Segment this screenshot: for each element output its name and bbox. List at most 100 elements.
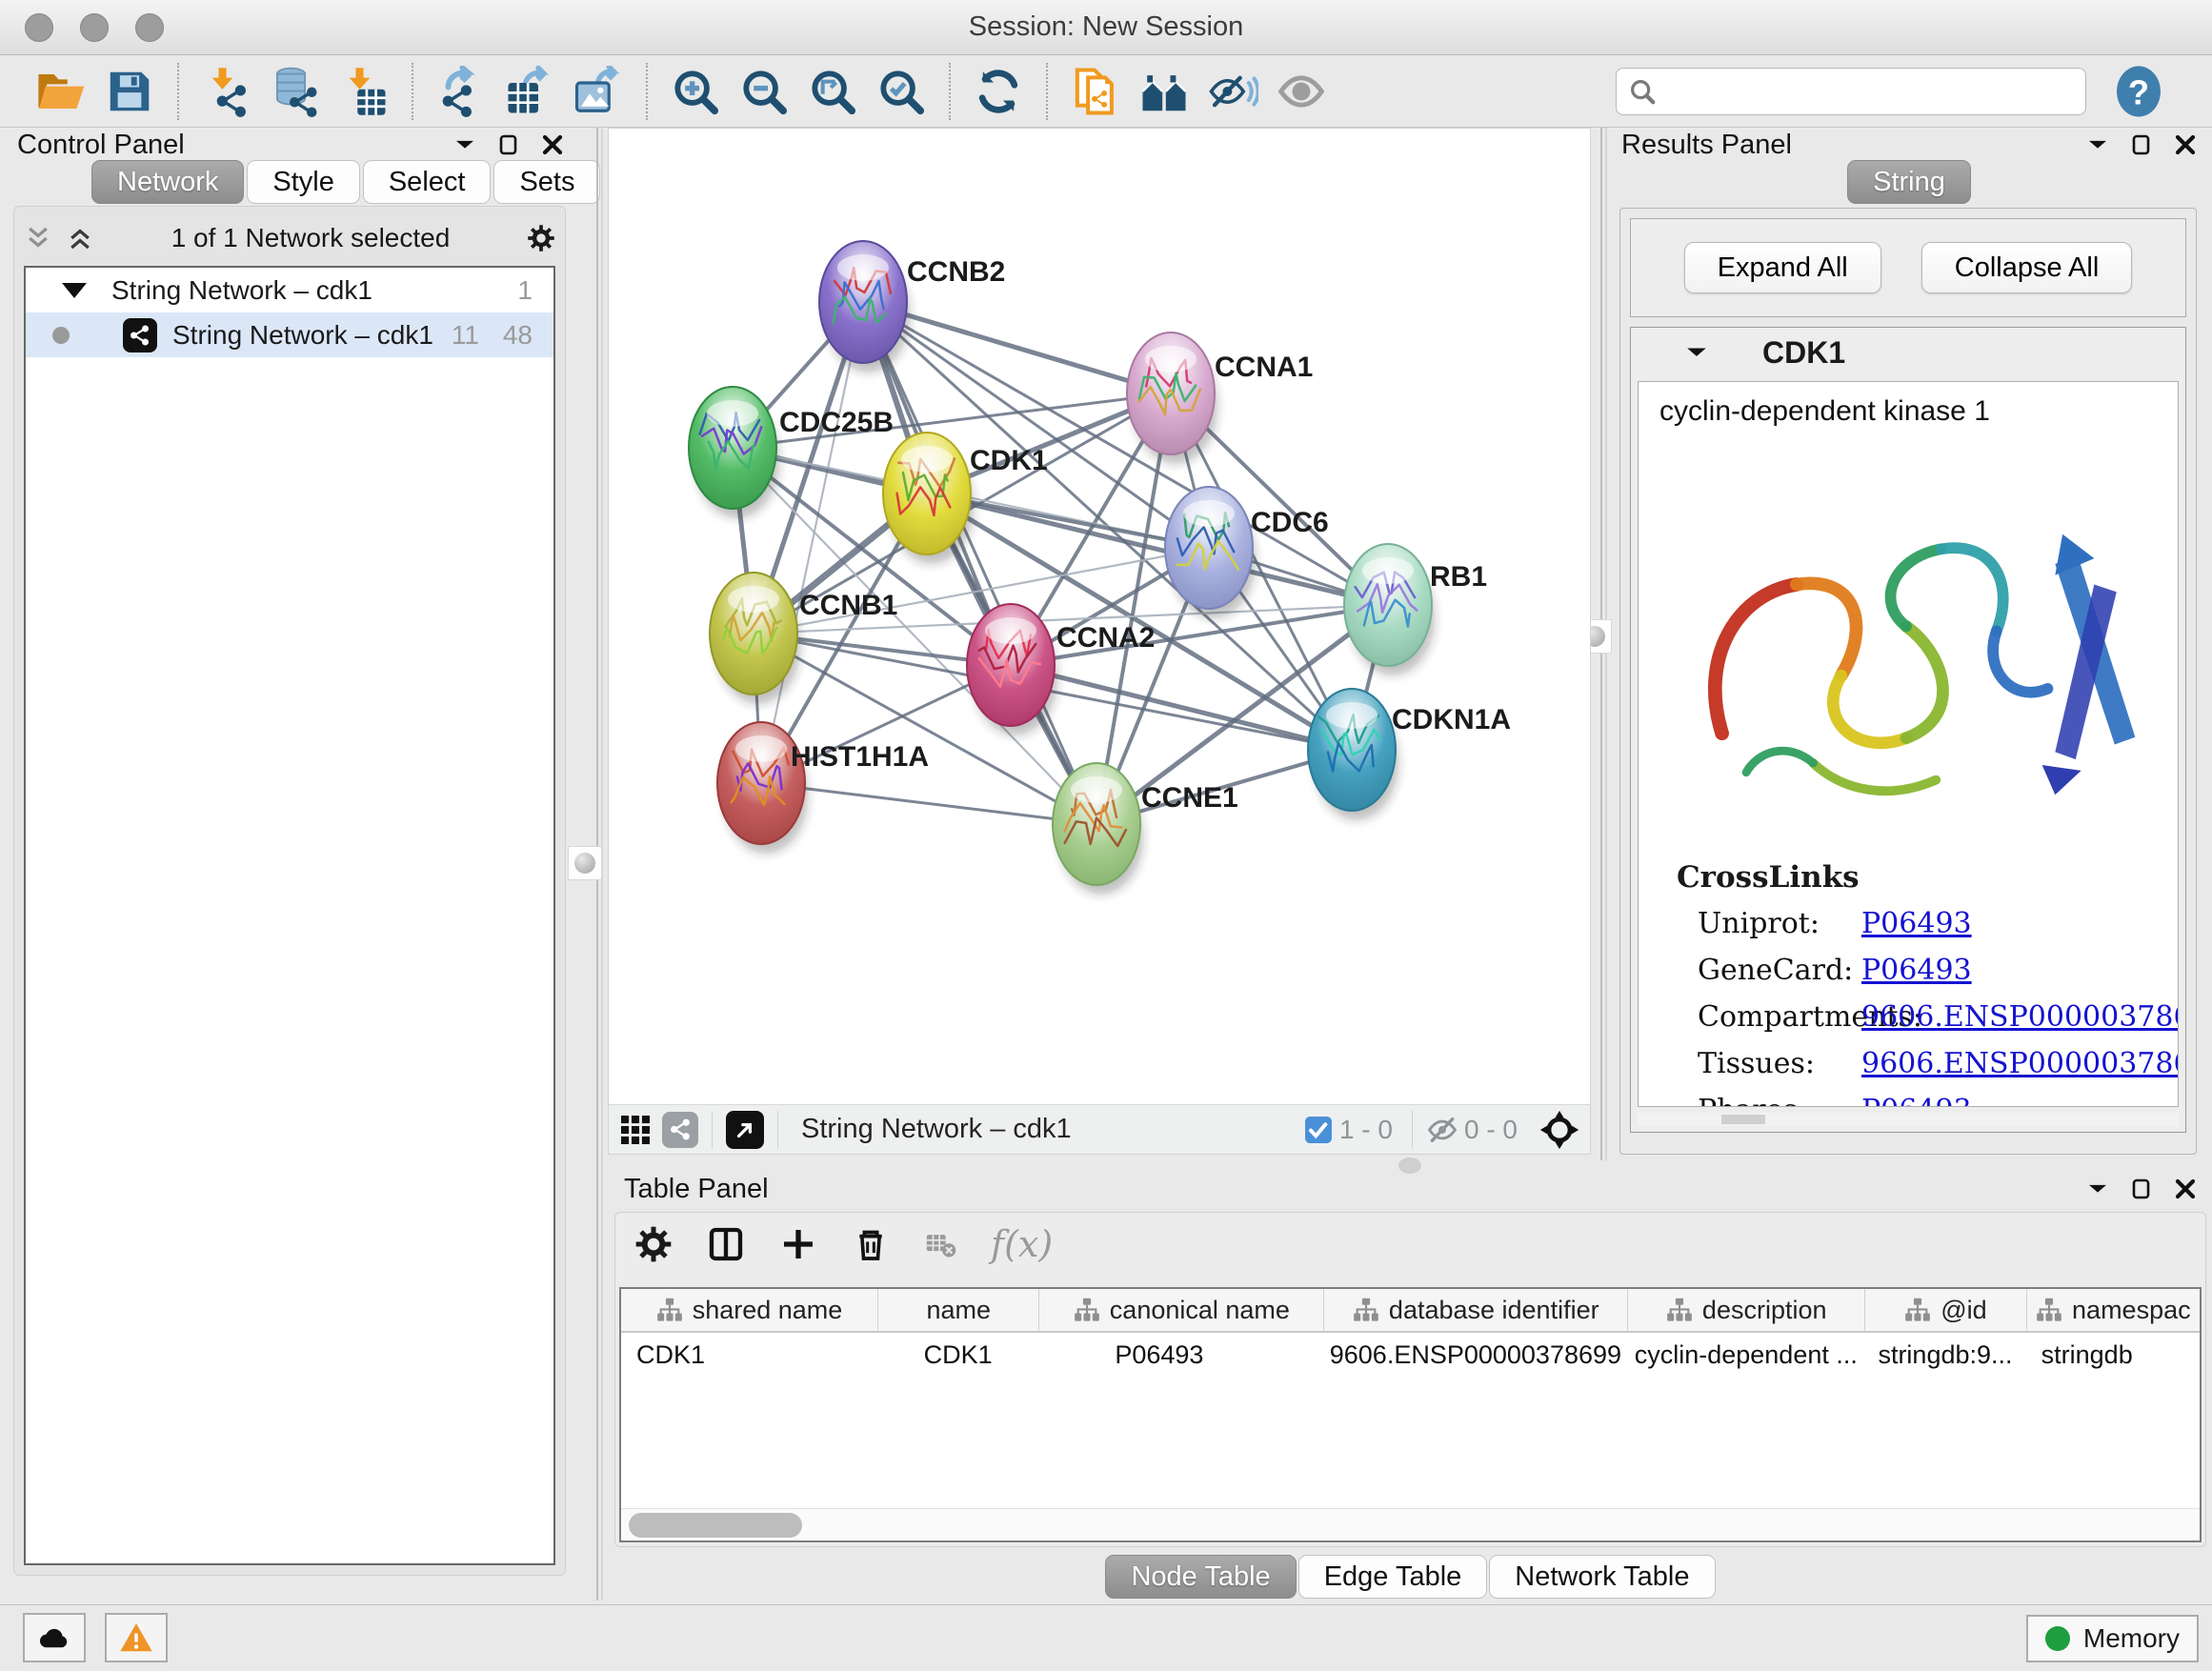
- tab-network[interactable]: Network: [91, 160, 244, 204]
- export-network-button[interactable]: [427, 60, 495, 123]
- delete-column-icon[interactable]: [852, 1225, 890, 1263]
- collapse-all-button[interactable]: Collapse All: [1921, 242, 2133, 293]
- node-RB1[interactable]: RB1: [1344, 544, 1487, 675]
- selected-checkbox-icon[interactable]: [1303, 1115, 1334, 1145]
- node-CDK1[interactable]: CDK1: [883, 433, 1048, 564]
- open-session-button[interactable]: [27, 60, 95, 123]
- tab-string[interactable]: String: [1847, 160, 1971, 204]
- tab-sets[interactable]: Sets: [493, 160, 600, 204]
- panel-menu-icon[interactable]: [2086, 133, 2109, 156]
- tab-edge-table[interactable]: Edge Table: [1298, 1555, 1488, 1599]
- protein-section-header[interactable]: CDK1: [1631, 328, 2185, 377]
- column-header-name[interactable]: name: [877, 1289, 1038, 1331]
- zoom-out-button[interactable]: [730, 60, 798, 123]
- collapse-section-icon[interactable]: [1684, 340, 1709, 365]
- compartments-link[interactable]: 9606.ENSP00000378699: [1861, 1000, 2179, 1034]
- tab-network-table[interactable]: Network Table: [1489, 1555, 1715, 1599]
- search-input[interactable]: [1657, 76, 2074, 106]
- column-header-shared-name[interactable]: shared name: [621, 1289, 877, 1331]
- string-view-icon[interactable]: [662, 1112, 698, 1148]
- cell-canonical-name[interactable]: P06493: [1038, 1340, 1323, 1370]
- panel-menu-icon[interactable]: [2086, 1178, 2109, 1200]
- help-button[interactable]: ?: [2111, 64, 2166, 119]
- node-CCNA2[interactable]: CCNA2: [967, 604, 1155, 735]
- collapse-collection-icon[interactable]: [62, 283, 87, 298]
- panel-menu-icon[interactable]: [453, 133, 476, 156]
- hidden-count: 0 - 0: [1464, 1115, 1518, 1145]
- genecard-link[interactable]: P06493: [1861, 954, 1972, 987]
- table-hscrollbar-thumb[interactable]: [629, 1513, 802, 1538]
- table-row[interactable]: CDK1 CDK1 P06493 9606.ENSP00000378699 cy…: [621, 1333, 2200, 1377]
- memory-button[interactable]: Memory: [2026, 1615, 2199, 1662]
- import-network-database-button[interactable]: [261, 60, 330, 123]
- cell-description[interactable]: cyclin-dependent ...: [1627, 1340, 1864, 1370]
- import-table-file-button[interactable]: [330, 60, 398, 123]
- table-options-gear-icon[interactable]: [634, 1225, 673, 1263]
- panel-float-icon[interactable]: [2130, 1178, 2153, 1200]
- zoom-window-button[interactable]: [135, 13, 164, 42]
- zoom-fit-button[interactable]: [798, 60, 867, 123]
- tab-style[interactable]: Style: [247, 160, 359, 204]
- node-CCNE1[interactable]: CCNE1: [1053, 763, 1238, 895]
- cell-namespace[interactable]: stringdb: [2026, 1340, 2200, 1370]
- node-CCNA1[interactable]: CCNA1: [1127, 332, 1313, 464]
- clone-network-button[interactable]: [1061, 60, 1130, 123]
- cell-database-identifier[interactable]: 9606.ENSP00000378699: [1324, 1340, 1628, 1370]
- node-CDC6[interactable]: CDC6: [1165, 487, 1329, 618]
- network-options-gear-icon[interactable]: [527, 224, 555, 252]
- zoom-in-button[interactable]: [661, 60, 730, 123]
- results-scrollbar-thumb[interactable]: [1721, 1115, 1765, 1124]
- hidden-eye-icon[interactable]: [1426, 1114, 1458, 1146]
- fit-selected-crosshair-icon[interactable]: [1538, 1109, 1580, 1151]
- tab-select[interactable]: Select: [363, 160, 492, 204]
- left-splitter-handle[interactable]: [568, 846, 602, 880]
- uniprot-link[interactable]: P06493: [1861, 907, 1972, 940]
- column-header-id[interactable]: @id: [1864, 1289, 2025, 1331]
- open-in-browser-icon[interactable]: [726, 1111, 764, 1149]
- birdseye-grid-icon[interactable]: [618, 1113, 653, 1147]
- panel-close-icon[interactable]: [541, 133, 564, 156]
- collection-row[interactable]: String Network – cdk1 1: [26, 268, 553, 312]
- show-hidden-button[interactable]: [1267, 60, 1336, 123]
- control-panel-tabs: Network Style Select Sets: [91, 160, 600, 204]
- expand-all-button[interactable]: Expand All: [1684, 242, 1881, 293]
- import-table-icon: [338, 66, 390, 117]
- warning-status-button[interactable]: [105, 1613, 168, 1662]
- string-query-button[interactable]: [1130, 60, 1198, 123]
- cell-name[interactable]: CDK1: [877, 1340, 1038, 1370]
- node-CCNB2[interactable]: CCNB2: [819, 241, 1005, 372]
- node-CDKN1A[interactable]: CDKN1A: [1308, 689, 1511, 820]
- network-canvas[interactable]: CCNB2CCNA1CDC25BCDK1CDC6RB1CCNB1CCNA2CDK…: [609, 129, 1590, 1104]
- network-row[interactable]: String Network – cdk1 11 48: [26, 312, 553, 357]
- column-header-database-identifier[interactable]: database identifier: [1323, 1289, 1627, 1331]
- pharos-link[interactable]: P06493: [1861, 1094, 1972, 1107]
- cell-id[interactable]: stringdb:9...: [1864, 1340, 2025, 1370]
- panel-float-icon[interactable]: [497, 133, 520, 156]
- zoom-selected-button[interactable]: [867, 60, 935, 123]
- panel-close-icon[interactable]: [2174, 1178, 2197, 1200]
- refresh-button[interactable]: [964, 60, 1033, 123]
- export-image-button[interactable]: [564, 60, 633, 123]
- minimize-window-button[interactable]: [80, 13, 109, 42]
- tissues-link[interactable]: 9606.ENSP00000378699: [1861, 1047, 2179, 1080]
- column-header-canonical-name[interactable]: canonical name: [1038, 1289, 1323, 1331]
- save-session-button[interactable]: [95, 60, 164, 123]
- panel-close-icon[interactable]: [2174, 133, 2197, 156]
- node-CDC25B[interactable]: CDC25B: [689, 387, 894, 518]
- column-header-namespace[interactable]: namespac: [2026, 1289, 2200, 1331]
- export-table-button[interactable]: [495, 60, 564, 123]
- network-view-title: String Network – cdk1: [801, 1114, 1303, 1145]
- import-network-file-button[interactable]: [192, 60, 261, 123]
- column-header-description[interactable]: description: [1627, 1289, 1864, 1331]
- close-window-button[interactable]: [25, 13, 53, 42]
- collapse-all-icon[interactable]: [24, 224, 52, 252]
- cell-shared-name[interactable]: CDK1: [621, 1340, 877, 1370]
- add-column-icon[interactable]: [779, 1225, 817, 1263]
- tab-node-table[interactable]: Node Table: [1105, 1555, 1296, 1599]
- expand-all-icon[interactable]: [66, 224, 94, 252]
- show-columns-icon[interactable]: [707, 1225, 745, 1263]
- hide-selected-button[interactable]: [1198, 60, 1267, 123]
- node-HIST1H1A[interactable]: HIST1H1A: [717, 722, 929, 854]
- panel-float-icon[interactable]: [2130, 133, 2153, 156]
- cloud-status-button[interactable]: [23, 1613, 86, 1662]
